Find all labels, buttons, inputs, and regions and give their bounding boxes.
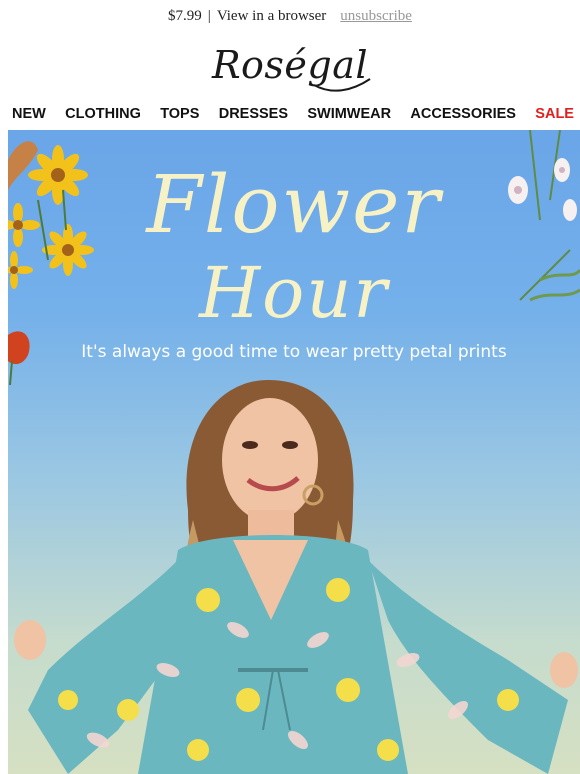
hero-title-line1: Flower [146,158,442,251]
main-nav: NEW CLOTHING TOPS DRESSES SWIMWEAR ACCES… [0,98,580,130]
nav-item-dresses[interactable]: DRESSES [219,106,288,122]
nav-item-clothing[interactable]: CLOTHING [65,106,141,122]
nav-item-swimwear[interactable]: SWIMWEAR [307,106,391,122]
nav-item-sale[interactable]: SALE [535,106,574,122]
hero-subtitle: It's always a good time to wear pretty p… [81,342,507,362]
nav-item-tops[interactable]: TOPS [160,106,199,122]
unsubscribe-link[interactable]: unsubscribe [340,8,412,25]
preheader: $7.99 | View in a browser unsubscribe [0,0,580,32]
model-in-floral-dress-image[interactable] [8,370,580,774]
price-text: $7.99 [168,7,202,24]
rosegal-logo[interactable]: Roségal [212,43,371,92]
logo-container: Roségal [0,32,580,98]
nav-item-accessories[interactable]: ACCESSORIES [410,106,516,122]
logo-accent-swirl [313,78,371,92]
nav-item-new[interactable]: NEW [12,106,46,122]
hero-title-line2: Hour [199,252,389,334]
view-in-browser-link[interactable]: View in a browser [217,8,326,25]
hero-banner[interactable]: Flower Hour It's always a good time to w… [8,130,580,774]
separator: | [207,7,211,24]
